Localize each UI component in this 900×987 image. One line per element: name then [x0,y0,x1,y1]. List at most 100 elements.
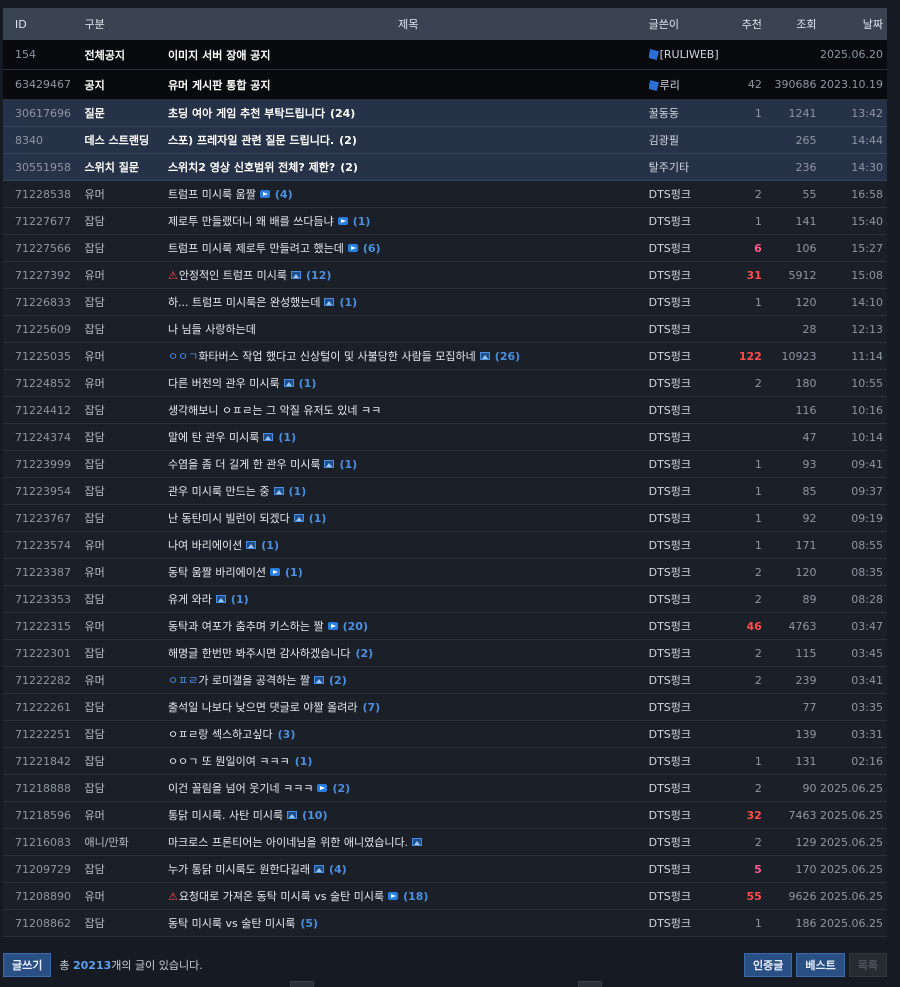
post-title-cell[interactable]: ㅇㅍㄹ랑 섹스하고싶다 (3) [168,726,649,742]
post-title-cell[interactable]: 나여 바리에이션 (1) [168,537,649,553]
post-title-cell[interactable]: 해명글 한번만 봐주시면 감사하겠습니다 (2) [168,645,649,661]
comment-count[interactable]: (2) [339,134,357,147]
post-title-cell[interactable]: ㅇㅍㄹ 가 로미갤을 공격하는 짤 (2) [168,672,649,688]
writer-name[interactable]: DTS펑크 [649,242,691,255]
post-writer[interactable]: DTS펑크 [649,564,732,580]
post-title[interactable]: 제로투 만들랬더니 왜 배를 쓰다듬냐 [168,213,334,229]
table-row[interactable]: 71224852 유머 다른 버전의 관우 미시룩 (1) DTS펑크 2 180 10:55 [3,370,887,397]
writer-name[interactable]: 꿀동동 [649,107,679,120]
post-writer[interactable]: DTS펑크 [649,456,732,472]
post-title[interactable]: 화타버스 작업 했다고 신상털이 및 사불당한 사람들 모집하네 [198,348,475,364]
post-title-cell[interactable]: 스위치2 영상 신호범위 전체? 제한? (2) [168,159,649,175]
post-title[interactable]: 동탁 미시룩 vs 술탄 미시룩 [168,915,295,931]
comment-count[interactable]: (1) [353,215,371,228]
post-title[interactable]: 해명글 한번만 봐주시면 감사하겠습니다 [168,645,351,661]
writer-name[interactable]: DTS펑크 [649,701,691,714]
certified-button[interactable]: 인증글 [744,953,793,977]
comment-count[interactable]: (1) [299,377,317,390]
post-title[interactable]: 마크로스 프론티어는 아이네님을 위한 애니였습니다. [168,834,408,850]
post-title-cell[interactable]: 마크로스 프론티어는 아이네님을 위한 애니였습니다. [168,834,649,850]
post-title[interactable]: 이미지 서버 장애 공지 [168,47,271,63]
comment-count[interactable]: (4) [329,863,347,876]
comment-count[interactable]: (1) [278,431,296,444]
writer-name[interactable]: DTS펑크 [649,728,691,741]
post-title[interactable]: 수염을 좀 더 길게 한 관우 미시룩 [168,456,321,472]
comment-count[interactable]: (2) [340,161,358,174]
writer-name[interactable]: DTS펑크 [649,404,691,417]
table-row[interactable]: 71223574 유머 나여 바리에이션 (1) DTS펑크 1 171 08:55 [3,532,887,559]
post-title[interactable]: 스위치2 영상 신호범위 전체? 제한? [168,159,335,175]
comment-count[interactable]: (2) [329,674,347,687]
post-writer[interactable]: DTS펑크 [649,699,732,715]
post-writer[interactable]: DTS펑크 [649,348,732,364]
post-title-cell[interactable]: 초딩 여아 게임 추천 부탁드립니다 (24) [168,105,649,121]
table-row[interactable]: 71218596 유머 통닭 미시룩. 사탄 미시룩 (10) DTS펑크 32 7463 2… [3,802,887,829]
post-writer[interactable]: DTS펑크 [649,888,732,904]
writer-name[interactable]: DTS펑크 [649,323,691,336]
post-title-cell[interactable]: 동탁 움짤 바리에이션 (1) [168,564,649,580]
notice-row[interactable]: 63429467 공지 유머 게시판 통합 공지 루리 42 390686 2023.10.… [3,70,887,100]
table-row[interactable]: 71222261 잡담 출석일 나보다 낮으면 댓글로 야짤 올려라 (7) DTS펑크… [3,694,887,721]
post-title[interactable]: 안정적인 트럼프 미시룩 [179,267,287,283]
comment-count[interactable]: (1) [231,593,249,606]
post-title-cell[interactable]: 이건 꼴림을 넘어 웃기네 ㅋㅋㅋ (2) [168,780,649,796]
post-writer[interactable]: DTS펑크 [649,672,732,688]
table-row[interactable]: 71223999 잡담 수염을 좀 더 길게 한 관우 미시룩 (1) DTS펑크 1 93… [3,451,887,478]
post-title-cell[interactable]: 유머 게시판 통합 공지 [168,77,649,93]
post-writer[interactable]: DTS펑크 [649,618,732,634]
writer-name[interactable]: DTS펑크 [649,431,691,444]
table-row[interactable]: 71221842 잡담 ㅇㅇㄱ 또 뭔일이여 ㅋㅋㅋ (1) DTS펑크 1 131 02:1… [3,748,887,775]
post-writer[interactable]: 루리 [648,77,732,93]
post-title[interactable]: 누가 통닭 미시룩도 원한다길래 [168,861,310,877]
comment-count[interactable]: (18) [403,890,428,903]
header-recommend[interactable]: 추천 [732,16,762,32]
post-title[interactable]: 이건 꼴림을 넘어 웃기네 ㅋㅋㅋ [168,780,314,796]
post-title-cell[interactable]: 관우 미시룩 만드는 중 (1) [168,483,649,499]
writer-name[interactable]: DTS펑크 [649,215,691,228]
post-writer[interactable]: DTS펑크 [649,645,732,661]
table-row[interactable]: 71228538 유머 트럼프 미시룩 움짤 (4) DTS펑크 2 55 16:58 [3,181,887,208]
post-title-cell[interactable]: 수염을 좀 더 길게 한 관우 미시룩 (1) [168,456,649,472]
comment-count[interactable]: (1) [295,755,313,768]
post-title-cell[interactable]: 생각해보니 ㅇㅍㄹ는 그 악질 유저도 있네 ㅋㅋ [168,402,649,418]
writer-name[interactable]: DTS펑크 [649,755,691,768]
comment-count[interactable]: (24) [330,107,355,120]
table-row[interactable]: 71223954 잡담 관우 미시룩 만드는 중 (1) DTS펑크 1 85 09:37 [3,478,887,505]
best-row[interactable]: 8340 데스 스트랜딩 스포) 프레자일 관련 질문 드립니다. (2) 김광필 265… [3,127,887,154]
post-title[interactable]: 초딩 여아 게임 추천 부탁드립니다 [168,105,325,121]
comment-count[interactable]: (4) [275,188,293,201]
comment-count[interactable]: (20) [343,620,368,633]
post-title[interactable]: 출석일 나보다 낮으면 댓글로 야짤 올려라 [168,699,358,715]
notice-row[interactable]: 154 전체공지 이미지 서버 장애 공지 [RULIWEB] 2025.06.20 [3,40,887,70]
post-title-cell[interactable]: 통닭 미시룩. 사탄 미시룩 (10) [168,807,649,823]
best-row[interactable]: 30551958 스위치 질문 스위치2 영상 신호범위 전체? 제한? (2) 탈주기… [3,154,887,181]
best-row[interactable]: 30617696 질문 초딩 여아 게임 추천 부탁드립니다 (24) 꿀동동 1 1241… [3,100,887,127]
table-row[interactable]: 71225609 잡담 나 님들 사랑하는데 DTS펑크 28 12:13 [3,316,887,343]
writer-name[interactable]: 루리 [660,79,680,92]
comment-count[interactable]: (1) [339,458,357,471]
post-title[interactable]: ㅇㅍㄹ랑 섹스하고싶다 [168,726,273,742]
writer-name[interactable]: 김광필 [649,134,679,147]
post-title-cell[interactable]: 동탁 미시룩 vs 술탄 미시룩 (5) [168,915,649,931]
post-title-cell[interactable]: ㅇㅇㄱ 또 뭔일이여 ㅋㅋㅋ (1) [168,753,649,769]
post-writer[interactable]: DTS펑크 [649,861,732,877]
table-row[interactable]: 71208862 잡담 동탁 미시룩 vs 술탄 미시룩 (5) DTS펑크 1 186 20… [3,910,887,937]
write-button[interactable]: 글쓰기 [3,953,52,977]
post-title-cell[interactable]: 말에 탄 관우 미시룩 (1) [168,429,649,445]
post-writer[interactable]: DTS펑크 [649,402,732,418]
writer-name[interactable]: DTS펑크 [649,809,691,822]
writer-name[interactable]: DTS펑크 [649,620,691,633]
writer-name[interactable]: DTS펑크 [649,512,691,525]
comment-count[interactable]: (1) [285,566,303,579]
comment-count[interactable]: (7) [362,701,380,714]
comment-count[interactable]: (12) [306,269,331,282]
post-title[interactable]: 생각해보니 ㅇㅍㄹ는 그 악질 유저도 있네 ㅋㅋ [168,402,381,418]
header-views[interactable]: 조회 [762,16,816,32]
table-row[interactable]: 71227566 잡담 트럼프 미시룩 제로투 만들려고 했는데 (6) DTS펑크 6 1… [3,235,887,262]
table-row[interactable]: 71227392 유머 ⚠ 안정적인 트럼프 미시룩 (12) DTS펑크 31 5912 15… [3,262,887,289]
post-title[interactable]: 나 님들 사랑하는데 [168,321,256,337]
comment-count[interactable]: (10) [302,809,327,822]
post-writer[interactable]: DTS펑크 [649,294,732,310]
table-row[interactable]: 71223387 유머 동탁 움짤 바리에이션 (1) DTS펑크 2 120 08:35 [3,559,887,586]
writer-name[interactable]: DTS펑크 [649,485,691,498]
